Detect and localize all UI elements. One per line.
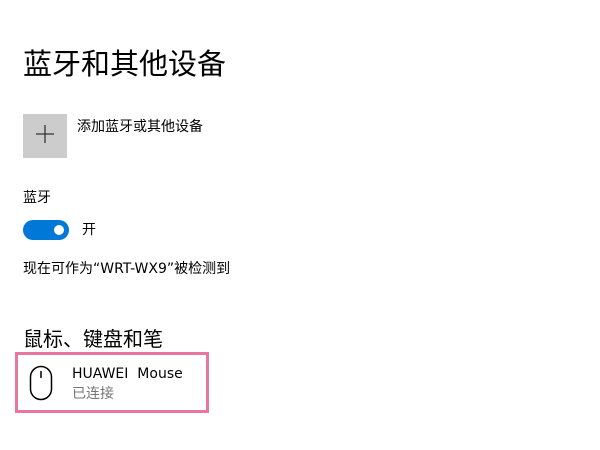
add-device-tile[interactable] (23, 114, 67, 158)
bluetooth-label: 蓝牙 (23, 190, 51, 206)
device-item-huawei-mouse[interactable]: HUAWEI Mouse 已连接 (28, 364, 183, 404)
mouse-keyboard-pen-section-title: 鼠标、键盘和笔 (23, 327, 163, 351)
bluetooth-settings-page: 蓝牙和其他设备 添加蓝牙或其他设备 蓝牙 开 现在可作为“WRT-WX9”被检测… (0, 0, 600, 450)
bluetooth-toggle-row: 开 (23, 220, 96, 240)
add-device-label: 添加蓝牙或其他设备 (77, 119, 203, 135)
device-text: HUAWEI Mouse 已连接 (72, 364, 183, 404)
page-title: 蓝牙和其他设备 (23, 47, 227, 81)
bluetooth-toggle-state: 开 (82, 222, 96, 238)
toggle-knob (54, 225, 64, 235)
device-status: 已连接 (72, 386, 114, 402)
mouse-icon (28, 364, 54, 402)
add-device-button[interactable]: 添加蓝牙或其他设备 (23, 114, 203, 158)
discoverable-status-text: 现在可作为“WRT-WX9”被检测到 (23, 261, 231, 277)
device-name: HUAWEI Mouse (72, 366, 183, 382)
bluetooth-toggle[interactable] (23, 220, 69, 240)
plus-icon (35, 124, 55, 148)
